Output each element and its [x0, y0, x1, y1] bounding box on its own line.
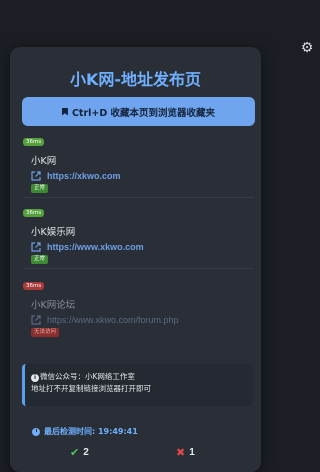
link-icon — [31, 171, 41, 181]
notice-line-1: 微信公众号：小K网络工作室 — [40, 372, 135, 381]
site-name: 小K网论坛 — [31, 300, 76, 311]
stats-row: ✔ 2 ✖ 1 — [10, 446, 261, 460]
site-url[interactable]: https://xkwo.com — [47, 171, 121, 181]
clock-icon — [32, 427, 40, 436]
info-icon: i — [31, 374, 39, 382]
address-card: 小K网-地址发布页 Ctrl+D 收藏本页到浏览器收藏夹 36ms 小K网 ht… — [10, 47, 261, 472]
bookmark-icon — [61, 107, 68, 116]
x-icon: ✖ — [176, 447, 186, 459]
check-icon: ✔ — [70, 447, 80, 459]
site-name: 小K娱乐网 — [31, 227, 76, 238]
bookmark-button[interactable]: Ctrl+D 收藏本页到浏览器收藏夹 — [22, 97, 255, 126]
status-badge: 正常 — [31, 255, 49, 264]
page-title: 小K网-地址发布页 — [69, 70, 202, 89]
site-item-xkwo: 36ms 小K网 https://xkwo.com 正常 — [23, 138, 254, 198]
latency-badge: 36ms — [23, 138, 45, 146]
site-item-forum: 36ms 小K网论坛 https://www.xkwo.com/forum.ph… — [23, 282, 254, 342]
link-icon — [31, 315, 41, 325]
fail-count-value: 1 — [189, 447, 195, 458]
notice-line-2: 地址打不开复制链接浏览器打开即可 — [31, 384, 151, 393]
fail-count: ✖ 1 — [176, 446, 195, 459]
bookmark-button-label: Ctrl+D 收藏本页到浏览器收藏夹 — [71, 107, 216, 119]
status-badge: 无法访问 — [31, 328, 60, 337]
latency-badge: 36ms — [23, 209, 45, 217]
site-url[interactable]: https://www.xkwo.com — [47, 242, 144, 252]
site-item-www-xkwo: 36ms 小K娱乐网 https://www.xkwo.com 正常 — [23, 209, 254, 269]
settings-gear-icon[interactable]: ⚙ — [300, 40, 314, 54]
site-link[interactable]: https://www.xkwo.com — [31, 242, 144, 252]
ok-count: ✔ 2 — [70, 446, 89, 459]
last-check-time: 最后检测时间: 19:49:41 — [32, 426, 138, 437]
link-icon — [31, 242, 41, 252]
notice-box: i 微信公众号：小K网络工作室 地址打不开复制链接浏览器打开即可 — [22, 364, 253, 406]
latency-badge: 36ms — [23, 282, 45, 290]
site-link[interactable]: https://xkwo.com — [31, 171, 121, 181]
last-check-text: 最后检测时间: 19:49:41 — [44, 427, 138, 436]
ok-count-value: 2 — [83, 447, 89, 458]
site-url[interactable]: https://www.xkwo.com/forum.php — [47, 315, 179, 325]
site-name: 小K网 — [31, 156, 57, 167]
site-link[interactable]: https://www.xkwo.com/forum.php — [31, 315, 179, 325]
status-badge: 正常 — [31, 184, 49, 193]
